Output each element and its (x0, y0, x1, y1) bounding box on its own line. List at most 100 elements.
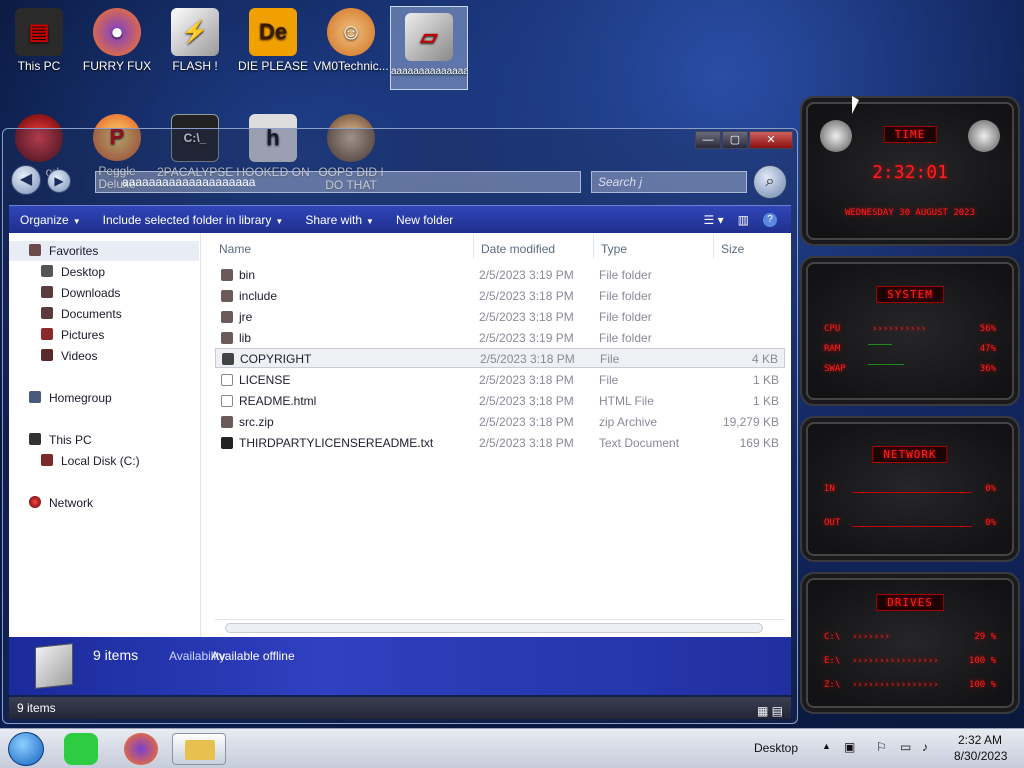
file-row[interactable]: THIRDPARTYLICENSEREADME.txt 2/5/2023 3:18… (215, 433, 785, 453)
time-title: TIME (883, 126, 937, 143)
alien-icon (820, 120, 852, 152)
zip-file-icon (221, 416, 233, 428)
computer-icon (29, 433, 41, 445)
nav-homegroup[interactable]: Homegroup (9, 388, 112, 408)
horizontal-scrollbar[interactable] (215, 619, 785, 633)
taskbar-firefox[interactable] (124, 733, 158, 765)
maximize-button[interactable]: ▢ (722, 131, 748, 149)
volume-icon[interactable]: ♪ (922, 740, 928, 754)
organize-button[interactable]: Organize ▼ (9, 213, 92, 227)
status-item-count: 9 items (17, 701, 56, 715)
chevron-down-icon: ▼ (275, 216, 284, 226)
help-icon[interactable]: ? (763, 212, 777, 227)
videos-icon (41, 349, 53, 361)
ram-label: RAM (824, 344, 841, 354)
address-bar[interactable]: aaaaaaaaaaaaaaaaaaaa (95, 171, 581, 193)
action-center-icon[interactable]: ⚐ (876, 740, 887, 754)
search-icon[interactable]: ⌕ (753, 165, 787, 199)
file-icon (221, 374, 233, 386)
dice-icon: De (249, 8, 297, 56)
net-out-value: 0% (985, 518, 996, 528)
desktop-icon-vm0[interactable]: ☺ VM0Technic... (312, 2, 390, 84)
desktop-icon-aaaa[interactable]: ▱ aaaaaaaaaaaaaaaaaaaa (390, 6, 468, 90)
file-row[interactable]: README.html 2/5/2023 3:18 PM HTML File 1 KB (215, 391, 785, 411)
clock-time-tray[interactable]: 2:32 AM (958, 733, 1002, 747)
close-button[interactable]: ✕ (749, 131, 793, 149)
desktop-toolbar-label[interactable]: Desktop (754, 741, 798, 755)
taskbar-file-explorer[interactable] (172, 733, 226, 765)
swap-label: SWAP (824, 364, 846, 374)
taskbar: Desktop ▲ ▣ ⚐ ▭ ♪ 2:32 AM 8/30/2023 (0, 728, 1024, 768)
desktop-icon-firefox[interactable]: ● FURRY FUX (78, 2, 156, 84)
firefox-icon: ● (93, 8, 141, 56)
drives-title: DRIVES (876, 594, 944, 611)
drive-c-bar: ››››››› (852, 632, 890, 642)
mouse-cursor-icon (852, 96, 859, 114)
net-in-label: IN (824, 484, 835, 494)
file-row[interactable]: bin 2/5/2023 3:19 PM File folder (215, 265, 785, 285)
content-area: Favorites Desktop Downloads Documents Pi… (9, 233, 791, 637)
back-button[interactable]: ◀ (11, 165, 41, 195)
cpu-bar: ›››››››››› (872, 324, 927, 334)
file-row[interactable]: include 2/5/2023 3:18 PM File folder (215, 286, 785, 306)
nav-network[interactable]: Network (9, 493, 93, 513)
technician-icon: ☺ (327, 8, 375, 56)
column-divider (473, 235, 474, 259)
view-options-icon[interactable]: ☰ ▾ (704, 213, 724, 227)
folder-icon (221, 332, 233, 344)
text-file-icon (221, 437, 233, 449)
nav-downloads[interactable]: Downloads (9, 283, 120, 303)
file-row[interactable]: LICENSE 2/5/2023 3:18 PM File 1 KB (215, 370, 785, 390)
nav-pictures[interactable]: Pictures (9, 325, 104, 345)
drive-z-label: Z:\ (824, 680, 841, 690)
nav-videos[interactable]: Videos (9, 346, 97, 366)
clock-date-tray[interactable]: 8/30/2023 (954, 749, 1007, 763)
system-gadget: SYSTEM CPU ›››››››››› 56% RAM 47% SWAP 3… (800, 256, 1020, 406)
file-row[interactable]: jre 2/5/2023 3:18 PM File folder (215, 307, 785, 327)
file-row[interactable]: lib 2/5/2023 3:19 PM File folder (215, 328, 785, 348)
file-row[interactable]: src.zip 2/5/2023 3:18 PM zip Archive 19,279… (215, 412, 785, 432)
tray-app-icon[interactable]: ▣ (844, 740, 855, 754)
preview-pane-icon[interactable]: ▥ (738, 213, 749, 227)
nav-documents[interactable]: Documents (9, 304, 122, 324)
column-header-date[interactable]: Date modified (481, 239, 555, 259)
address-text: aaaaaaaaaaaaaaaaaaaa (122, 175, 256, 189)
include-in-library-button[interactable]: Include selected folder in library ▼ (92, 213, 295, 227)
network-tray-icon[interactable]: ▭ (900, 740, 911, 754)
column-header-name[interactable]: Name (219, 239, 251, 259)
chevron-down-icon: ▼ (72, 216, 81, 226)
tray-expand-icon[interactable]: ▲ (822, 741, 831, 751)
new-folder-button[interactable]: New folder (385, 213, 464, 227)
folder-thumbnail-icon (35, 643, 73, 689)
nav-this-pc[interactable]: This PC (9, 430, 92, 450)
drive-e-bar: ›››››››››››››››› (852, 656, 939, 666)
chevron-down-icon: ▼ (366, 216, 374, 226)
folder-icon (221, 290, 233, 302)
folder-icon (221, 311, 233, 323)
desktop-icon-die-please[interactable]: De DIE PLEASE (234, 2, 312, 84)
forward-button[interactable]: ▶ (47, 169, 71, 193)
file-row[interactable]: COPYRIGHT 2/5/2023 3:18 PM File 4 KB (215, 348, 785, 368)
ram-bar (868, 344, 892, 345)
scrollbar-thumb[interactable] (225, 623, 763, 633)
drives-gadget: DRIVES C:\ ››››››› 29 % E:\ ››››››››››››… (800, 572, 1020, 714)
desktop-icon-flash[interactable]: ⚡ FLASH ! (156, 2, 234, 84)
navigation-bar: ◀ ▶ aaaaaaaaaaaaaaaaaaaa Search j ⌕ (9, 165, 791, 199)
cpu-value: 56% (979, 324, 996, 334)
html-file-icon (221, 395, 233, 407)
column-header-size[interactable]: Size (721, 239, 744, 259)
drive-c-value: 29 % (974, 632, 996, 642)
nav-desktop[interactable]: Desktop (9, 262, 105, 282)
desktop-icon-this-pc[interactable]: ▤ This PC (0, 2, 78, 84)
minimize-button[interactable]: — (695, 131, 721, 149)
start-button[interactable] (8, 732, 44, 766)
search-input[interactable]: Search j (591, 171, 747, 193)
nav-favorites[interactable]: Favorites (9, 241, 199, 261)
share-with-button[interactable]: Share with ▼ (294, 213, 385, 227)
view-toggle-icons[interactable]: ▦ ▤ (757, 700, 783, 722)
nav-local-disk[interactable]: Local Disk (C:) (9, 451, 140, 471)
clock-time: 2:32:01 (872, 162, 948, 183)
net-in-value: 0% (985, 484, 996, 494)
taskbar-notes-app[interactable] (64, 733, 98, 765)
column-header-type[interactable]: Type (601, 239, 627, 259)
